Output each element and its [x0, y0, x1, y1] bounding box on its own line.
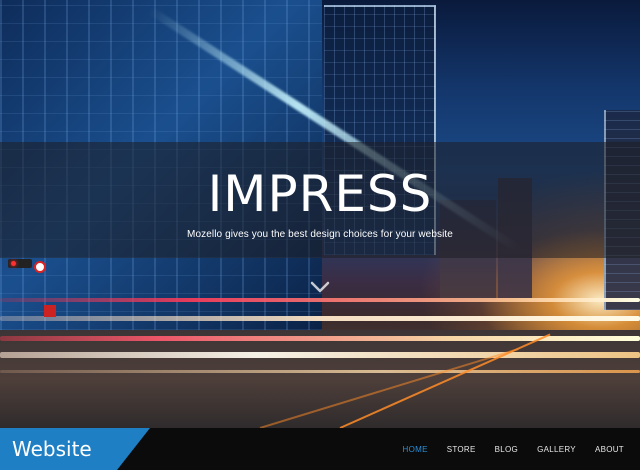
hero-subtitle: Mozello gives you the best design choice…	[187, 229, 453, 240]
light-trail	[0, 370, 640, 373]
nav-item-store[interactable]: STORE	[447, 445, 476, 454]
hero-title: IMPRESS	[207, 165, 433, 223]
nav-item-gallery[interactable]: GALLERY	[537, 445, 576, 454]
road-sign-image	[34, 261, 46, 273]
light-trail	[0, 298, 640, 302]
nav-menu: HOME STORE BLOG GALLERY ABOUT	[384, 428, 625, 470]
light-trail	[0, 352, 640, 358]
street-background	[0, 330, 640, 428]
navigation-bar: Website HOME STORE BLOG GALLERY ABOUT	[0, 428, 640, 470]
nav-item-home[interactable]: HOME	[403, 445, 428, 454]
nav-item-blog[interactable]: BLOG	[495, 445, 518, 454]
nav-item-about[interactable]: ABOUT	[595, 445, 624, 454]
brand-name: Website	[12, 437, 92, 461]
brand-logo[interactable]: Website	[0, 428, 150, 470]
traffic-light-image	[8, 259, 32, 268]
light-trail	[0, 316, 640, 321]
chevron-down-icon[interactable]	[310, 280, 330, 294]
stop-sign-image	[44, 305, 56, 317]
